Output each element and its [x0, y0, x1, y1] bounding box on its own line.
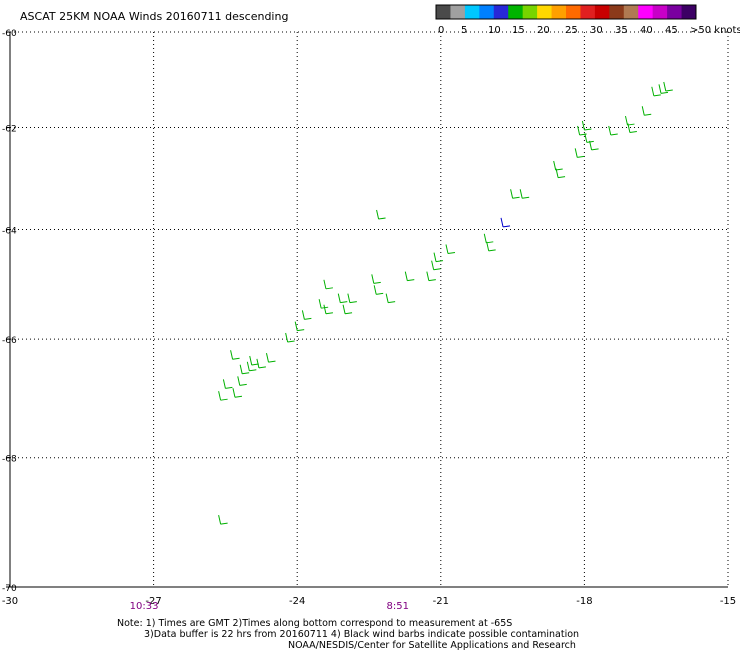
legend-swatch: [551, 5, 567, 19]
color-legend: 0 5 10 15 20 25 30 35 40 45 >50 knots: [435, 4, 740, 36]
note-line-3: NOAA/NESDIS/Center for Satellite Applica…: [288, 640, 576, 650]
legend-swatch: [436, 5, 451, 19]
legend-swatch: [667, 5, 683, 19]
x-tick-label: -21: [433, 596, 449, 607]
y-tick-label: -70: [2, 584, 17, 594]
x-tick-label: -15: [720, 596, 736, 607]
y-tick-label: -66: [2, 336, 17, 346]
x-tick-label: -18: [576, 596, 592, 607]
chart-title: ASCAT 25KM NOAA Winds 20160711 descendin…: [20, 10, 288, 23]
wind-barb: [500, 217, 511, 228]
legend-swatch: [450, 5, 466, 19]
wind-barb: [232, 388, 243, 398]
wind-barb: [301, 310, 312, 320]
note-line-1: Note: 1) Times are GMT 2)Times along bot…: [117, 618, 512, 629]
legend-swatch: [580, 5, 596, 19]
wind-barb: [373, 285, 384, 295]
wind-barb: [486, 241, 496, 252]
wind-barb: [337, 293, 348, 304]
wind-barb: [237, 376, 247, 386]
legend-swatch: [508, 5, 524, 19]
wind-barb: [230, 350, 240, 360]
legend-label: 20: [537, 25, 550, 36]
legend-label: 10: [488, 25, 501, 36]
wind-barb: [323, 279, 333, 290]
wind-barb: [553, 160, 563, 171]
grid-lines: [6, 31, 729, 588]
y-tick-label: -68: [2, 455, 17, 465]
wind-barb: [246, 361, 257, 372]
wind-barb: [624, 115, 635, 126]
wind-barb: [256, 358, 266, 369]
x-tick-label: -30: [2, 596, 18, 607]
legend-swatch: [652, 5, 668, 19]
wind-barb: [385, 293, 396, 304]
legend-swatch: [464, 5, 480, 19]
wind-barb: [318, 299, 329, 309]
legend-swatch: [638, 5, 654, 19]
wind-barb: [519, 189, 530, 199]
legend-label: 5: [461, 25, 467, 36]
wind-barb: [323, 304, 333, 315]
wind-barb: [222, 379, 233, 389]
wind-barb: [342, 304, 353, 315]
legend-swatch: [566, 5, 581, 19]
legend-swatch: [623, 5, 639, 19]
time-label: 10:33: [130, 601, 159, 612]
wind-barb: [265, 352, 276, 363]
wind-barb: [294, 321, 305, 332]
legend-swatch: [522, 5, 538, 19]
wind-barb: [574, 148, 585, 158]
legend-label: 35: [615, 25, 628, 36]
wind-barb: [641, 106, 652, 116]
y-tick-label: -62: [2, 125, 17, 135]
legend-label: 40: [640, 25, 653, 36]
y-tick-label: -60: [2, 29, 17, 39]
wind-barb: [347, 293, 357, 304]
legend-label: 15: [512, 25, 525, 36]
note-line-2: 3)Data buffer is 22 hrs from 20160711 4)…: [144, 629, 579, 640]
legend-label: 0: [438, 25, 444, 36]
legend-swatch: [609, 5, 625, 19]
plot-frame: [9, 32, 728, 588]
wind-barb: [426, 271, 436, 282]
wind-barb: [376, 209, 386, 220]
wind-barb: [483, 233, 494, 244]
y-tick-label: -64: [2, 227, 17, 237]
wind-barb: [510, 189, 520, 199]
legend-label: 30: [590, 25, 603, 36]
wind-barb: [285, 332, 295, 343]
wind-barb: [218, 391, 228, 401]
wind-barb: [658, 84, 669, 94]
wind-barb: [433, 252, 444, 263]
wind-barb: [404, 271, 415, 282]
legend-swatch: [479, 5, 495, 19]
wind-barb: [581, 120, 592, 131]
wind-plot: -30 -27 -24 -21 -18 -15-60-62-64-66-68-7010:3…: [2, 4, 740, 650]
legend-swatch: [493, 5, 509, 19]
legend-swatch: [681, 5, 697, 19]
wind-barb: [371, 274, 381, 284]
wind-barb: [445, 244, 456, 255]
legend-swatch: [594, 5, 610, 19]
legend-label: 25: [565, 25, 578, 36]
x-tick-label: -24: [289, 596, 305, 607]
legend-swatch: [537, 5, 553, 19]
legend-label: >50 knots: [690, 25, 740, 36]
wind-barb: [663, 81, 673, 92]
time-label: 8:51: [386, 601, 408, 612]
legend-label: 45: [665, 25, 678, 36]
wind-barb: [218, 515, 228, 525]
